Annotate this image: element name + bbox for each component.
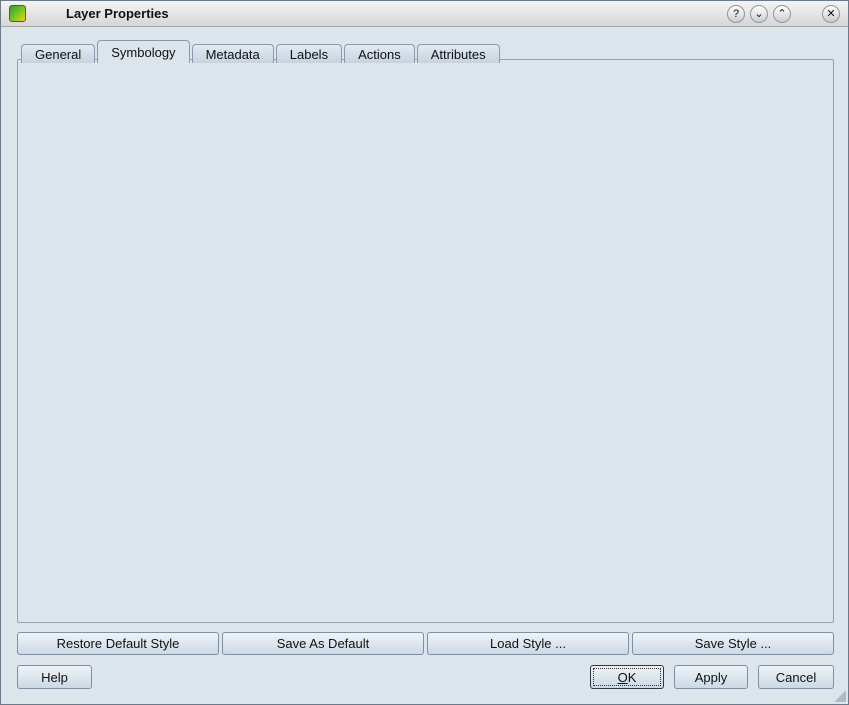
layer-properties-dialog: Layer Properties ? ⌄ ⌃ ✕ GeneralSymbologyMe…	[0, 0, 849, 705]
save-as-default-button[interactable]: Save As Default	[222, 632, 424, 655]
restore-default-style-button[interactable]: Restore Default Style	[17, 632, 219, 655]
window-title: Layer Properties	[66, 6, 169, 21]
tab-bar: GeneralSymbologyMetadataLabelsActionsAtt…	[21, 40, 502, 63]
save-style-button[interactable]: Save Style ...	[632, 632, 834, 655]
tab-symbology[interactable]: Symbology	[97, 40, 189, 63]
tab-general[interactable]: General	[21, 44, 95, 63]
ok-button[interactable]: OK	[590, 665, 664, 689]
app-icon	[9, 5, 26, 22]
tab-actions[interactable]: Actions	[344, 44, 415, 63]
tab-attributes[interactable]: Attributes	[417, 44, 500, 63]
tab-labels[interactable]: Labels	[276, 44, 342, 63]
resize-grip[interactable]	[834, 690, 846, 702]
apply-button[interactable]: Apply	[674, 665, 748, 689]
help-button[interactable]: Help	[17, 665, 92, 689]
shade-up-button[interactable]: ⌃	[773, 5, 791, 23]
tab-pane	[17, 59, 834, 623]
style-buttons: Restore Default StyleSave As DefaultLoad…	[17, 632, 834, 655]
close-button[interactable]: ✕	[822, 5, 840, 23]
tab-metadata[interactable]: Metadata	[192, 44, 274, 63]
help-button[interactable]: ?	[727, 5, 745, 23]
titlebar[interactable]: Layer Properties ? ⌄ ⌃ ✕	[1, 1, 848, 27]
shade-down-button[interactable]: ⌄	[750, 5, 768, 23]
cancel-button[interactable]: Cancel	[758, 665, 834, 689]
load-style-button[interactable]: Load Style ...	[427, 632, 629, 655]
titlebar-controls: ? ⌄ ⌃ ✕	[727, 5, 840, 23]
